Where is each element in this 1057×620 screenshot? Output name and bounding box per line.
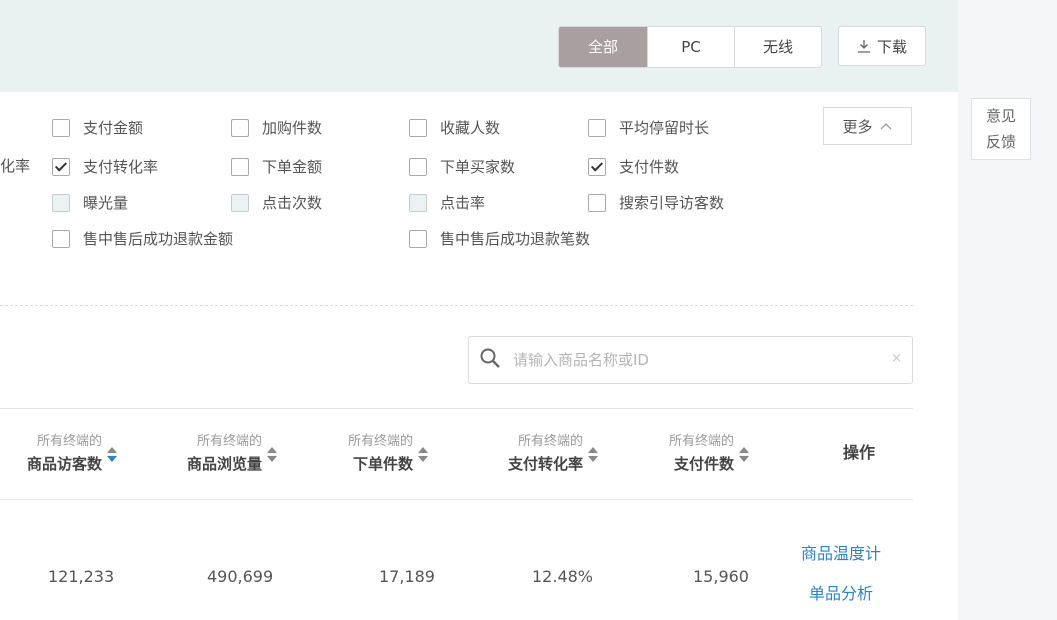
- cell-paid-items: 15,960: [693, 567, 749, 586]
- more-metrics-button[interactable]: 更多: [823, 107, 912, 145]
- metric-checkbox[interactable]: 点击次数: [231, 192, 322, 213]
- metric-checkbox[interactable]: 收藏人数: [409, 117, 500, 138]
- main-panel: 全部 PC 无线 下载 化率 支付金额 加购件数 收藏人数 平均停留时长 支付转…: [0, 0, 958, 620]
- sort-icon[interactable]: [739, 446, 750, 462]
- product-thermometer-link[interactable]: 商品温度计: [801, 540, 881, 564]
- cell-pageviews: 490,699: [207, 567, 274, 586]
- product-search-input[interactable]: [511, 350, 875, 370]
- column-header-order-items[interactable]: 所有终端的 下单件数: [348, 429, 429, 479]
- product-search-box: ×: [468, 336, 913, 384]
- section-divider: [0, 305, 913, 306]
- download-button[interactable]: 下载: [838, 26, 926, 66]
- sort-icon[interactable]: [588, 446, 599, 462]
- metric-checkbox[interactable]: 下单金额: [231, 156, 322, 177]
- terminal-segmented-control: 全部 PC 无线: [558, 26, 822, 68]
- metric-checkbox[interactable]: 点击率: [409, 192, 485, 213]
- segment-wireless[interactable]: 无线: [735, 27, 821, 67]
- column-header-actions: 操作: [843, 443, 876, 462]
- segment-all[interactable]: 全部: [559, 27, 648, 67]
- sort-icon[interactable]: [418, 446, 429, 462]
- metric-checkbox[interactable]: 加购件数: [231, 117, 322, 138]
- column-header-pageviews[interactable]: 所有终端的 商品浏览量: [187, 429, 278, 479]
- metric-checkbox[interactable]: 搜索引导访客数: [588, 192, 724, 213]
- cell-visitors: 121,233: [48, 567, 115, 586]
- metric-checkbox[interactable]: 曝光量: [52, 192, 128, 213]
- feedback-line-1: 意见: [985, 107, 1016, 125]
- column-header-pay-conversion[interactable]: 所有终端的 支付转化率: [508, 429, 599, 479]
- clear-search-icon[interactable]: ×: [891, 351, 902, 366]
- download-label: 下载: [876, 37, 907, 56]
- column-header-paid-items[interactable]: 所有终端的 支付件数: [669, 429, 750, 479]
- column-header-visitors[interactable]: 所有终端的 商品访客数: [27, 429, 118, 479]
- sort-icon[interactable]: [267, 446, 278, 462]
- metric-checkbox[interactable]: 售中售后成功退款金额: [52, 228, 233, 249]
- metric-label-cut: 化率: [0, 157, 31, 175]
- download-icon: [857, 39, 871, 53]
- metric-checkbox[interactable]: 售中售后成功退款笔数: [409, 228, 590, 249]
- metric-checkbox[interactable]: 平均停留时长: [588, 117, 709, 138]
- feedback-button[interactable]: 意见 反馈: [971, 98, 1031, 160]
- sort-icon[interactable]: [107, 446, 118, 462]
- table-header: 所有终端的 商品访客数 所有终端的 商品浏览量 所有终端的 下单件数 所有终端的 支付转…: [0, 408, 913, 500]
- top-toolbar: 全部 PC 无线 下载: [0, 0, 958, 92]
- more-label: 更多: [842, 117, 873, 136]
- metric-checkbox[interactable]: 支付金额: [52, 117, 143, 138]
- item-analysis-link[interactable]: 单品分析: [809, 580, 873, 604]
- segment-pc[interactable]: PC: [648, 27, 735, 67]
- search-icon: [479, 347, 501, 373]
- chevron-up-icon: [879, 117, 893, 135]
- metric-checkbox[interactable]: 下单买家数: [409, 156, 515, 177]
- feedback-line-2: 反馈: [985, 133, 1016, 151]
- cell-pay-conversion: 12.48%: [532, 567, 594, 586]
- cell-order-items: 17,189: [379, 567, 435, 586]
- metric-checkbox[interactable]: 支付转化率: [52, 156, 158, 177]
- metric-checkbox[interactable]: 支付件数: [588, 156, 679, 177]
